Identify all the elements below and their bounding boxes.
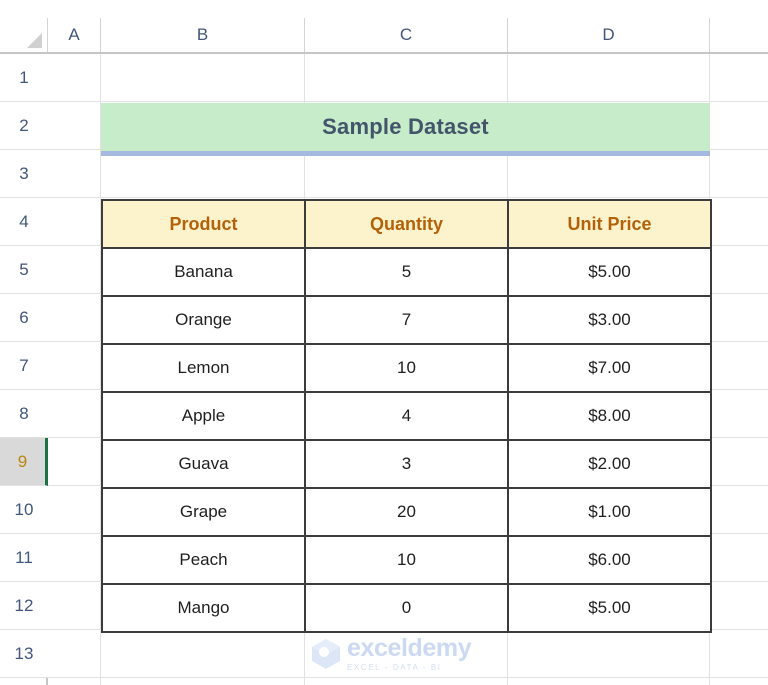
row-header-7[interactable]: 7 (0, 342, 48, 390)
row-header-4[interactable]: 4 (0, 198, 48, 246)
dataset-table: Product Quantity Unit Price Banana 5 $5.… (101, 199, 712, 633)
table-row: Lemon 10 $7.00 (101, 343, 712, 393)
cell-product[interactable]: Mango (101, 583, 306, 633)
select-all-triangle-icon (27, 33, 42, 48)
select-all-corner-button[interactable] (0, 18, 48, 52)
dataset-title-cell[interactable]: Sample Dataset (101, 103, 710, 151)
cell-quantity[interactable]: 3 (304, 439, 509, 489)
cell-product[interactable]: Banana (101, 247, 306, 297)
row-header-10-label: 10 (14, 500, 34, 519)
row-header-13-label: 13 (14, 644, 34, 663)
row-header-5[interactable]: 5 (0, 246, 48, 294)
table-row: Mango 0 $5.00 (101, 583, 712, 633)
cell-product[interactable]: Peach (101, 535, 306, 585)
gridline-horizontal (48, 677, 768, 678)
row-header-8[interactable]: 8 (0, 390, 48, 438)
column-header-d[interactable]: D (508, 18, 710, 52)
watermark-text-block: exceldemy EXCEL - DATA - BI (347, 634, 472, 672)
column-header-quantity[interactable]: Quantity (304, 199, 509, 249)
exceldemy-watermark: exceldemy EXCEL - DATA - BI (311, 632, 501, 676)
row-header-8-label: 8 (19, 404, 29, 423)
cell-product[interactable]: Orange (101, 295, 306, 345)
row-header-12-label: 12 (14, 596, 34, 615)
row-header-3[interactable]: 3 (0, 150, 48, 198)
row-header-3-label: 3 (19, 164, 29, 183)
cell-unit-price[interactable]: $8.00 (507, 391, 712, 441)
row-header-10[interactable]: 10 (0, 486, 48, 534)
column-header-b[interactable]: B (101, 18, 305, 52)
cell-quantity[interactable]: 20 (304, 487, 509, 537)
cell-quantity[interactable]: 4 (304, 391, 509, 441)
table-row: Banana 5 $5.00 (101, 247, 712, 297)
cell-product[interactable]: Guava (101, 439, 306, 489)
row-header-12[interactable]: 12 (0, 582, 48, 630)
row-header-11-label: 11 (15, 548, 33, 567)
exceldemy-cube-logo-icon (312, 639, 340, 669)
cell-product[interactable]: Apple (101, 391, 306, 441)
row-header-9-label: 9 (17, 452, 28, 471)
row-header-4-label: 4 (19, 212, 29, 231)
page-title: Sample Dataset (322, 114, 489, 139)
cell-unit-price[interactable]: $2.00 (507, 439, 712, 489)
watermark-brand-name: exceldemy (347, 634, 472, 662)
cell-quantity[interactable]: 10 (304, 535, 509, 585)
title-underline-rule (101, 151, 710, 156)
row-header-5-label: 5 (19, 260, 29, 279)
gridline-horizontal (48, 197, 768, 198)
row-header-13[interactable]: 13 (0, 630, 48, 678)
cell-unit-price[interactable]: $5.00 (507, 247, 712, 297)
cell-unit-price[interactable]: $3.00 (507, 295, 712, 345)
cell-product[interactable]: Grape (101, 487, 306, 537)
table-row: Peach 10 $6.00 (101, 535, 712, 585)
column-header-a[interactable]: A (48, 18, 101, 52)
column-header-product[interactable]: Product (101, 199, 306, 249)
table-header-row: Product Quantity Unit Price (101, 199, 712, 249)
row-header-9[interactable]: 9 (0, 438, 48, 486)
row-header-1-label: 1 (19, 68, 29, 87)
excel-worksheet: A B C D 1 2 3 4 5 6 7 8 9 10 11 12 13 Sa… (0, 0, 768, 685)
table-row: Grape 20 $1.00 (101, 487, 712, 537)
row-header-1[interactable]: 1 (0, 54, 48, 102)
column-header-strip: A B C D (0, 18, 768, 54)
row-header-2-label: 2 (19, 116, 29, 135)
column-header-c[interactable]: C (305, 18, 508, 52)
cell-product[interactable]: Lemon (101, 343, 306, 393)
cell-quantity[interactable]: 0 (304, 583, 509, 633)
cell-unit-price[interactable]: $7.00 (507, 343, 712, 393)
table-row: Guava 3 $2.00 (101, 439, 712, 489)
row-header-6-label: 6 (19, 308, 29, 327)
cell-unit-price[interactable]: $6.00 (507, 535, 712, 585)
cell-unit-price[interactable]: $5.00 (507, 583, 712, 633)
row-header-11[interactable]: 11 (0, 534, 48, 582)
column-header-e-partial[interactable] (710, 18, 768, 52)
watermark-tagline: EXCEL - DATA - BI (347, 663, 442, 672)
cell-quantity[interactable]: 10 (304, 343, 509, 393)
row-header-7-label: 7 (19, 356, 29, 375)
column-header-unit-price[interactable]: Unit Price (507, 199, 712, 249)
row-header-6[interactable]: 6 (0, 294, 48, 342)
cell-unit-price[interactable]: $1.00 (507, 487, 712, 537)
row-header-2[interactable]: 2 (0, 102, 48, 150)
cell-quantity[interactable]: 7 (304, 295, 509, 345)
cell-quantity[interactable]: 5 (304, 247, 509, 297)
gridline-horizontal (48, 101, 768, 102)
table-row: Apple 4 $8.00 (101, 391, 712, 441)
row-header-strip: 1 2 3 4 5 6 7 8 9 10 11 12 13 (0, 54, 48, 685)
table-row: Orange 7 $3.00 (101, 295, 712, 345)
